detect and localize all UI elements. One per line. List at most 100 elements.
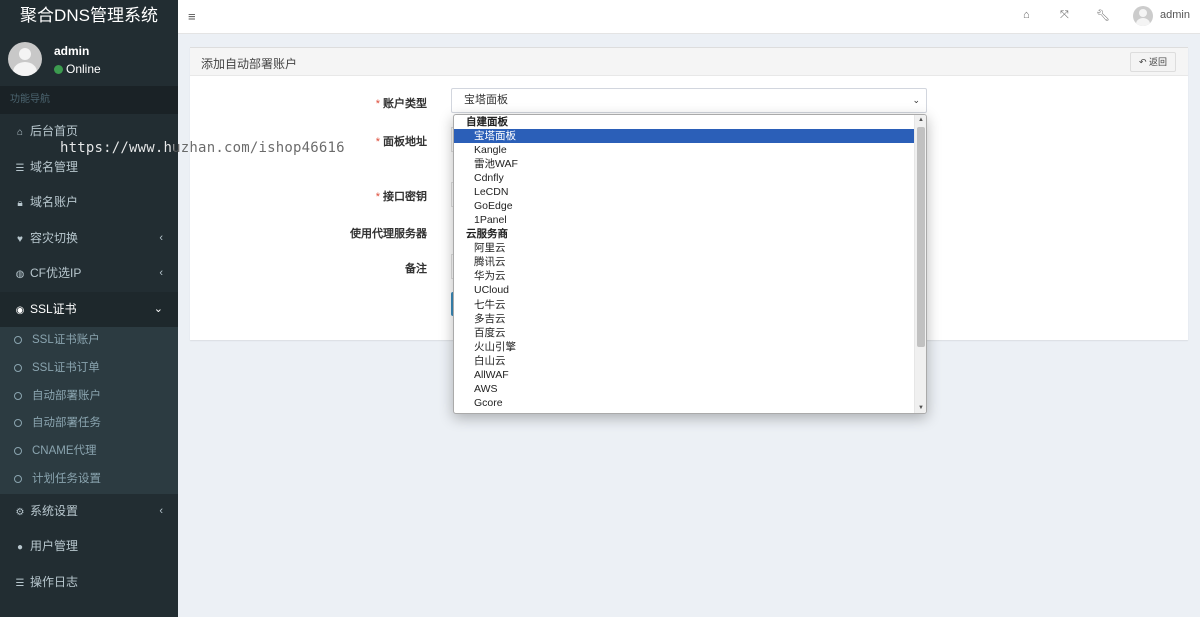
sidebar-item-label: 域名账户 (30, 195, 79, 209)
sidebar: 聚合DNS管理系统 admin Online 功能导航 ⌂ 后台首页 ☰ 域名管理 … (0, 0, 178, 617)
account-type-dropdown[interactable]: 自建面板 宝塔面板 Kangle 雷池WAF Cdnfly LeCDN GoEd… (453, 114, 927, 414)
globe-icon: ◍ (15, 269, 25, 280)
scrollbar-thumb[interactable] (917, 127, 925, 347)
dropdown-option[interactable]: AllWAF (454, 368, 915, 382)
sidebar-item-failover[interactable]: ♥ 容灾切换 ‹ (0, 221, 178, 257)
submenu-label: 自动部署任务 (32, 417, 101, 430)
watermark: https://www.huzhan.com/ishop46616 (60, 140, 350, 156)
dropdown-option[interactable]: 雷池WAF (454, 157, 915, 171)
dropdown-scrollbar[interactable]: ▲ ▼ (914, 115, 926, 413)
dropdown-option[interactable]: 火山引擎 (454, 340, 915, 354)
sidebar-item-label: SSL证书 (30, 301, 77, 316)
online-dot-icon (54, 65, 63, 74)
certificate-icon: ◉ (15, 304, 25, 316)
dropdown-option[interactable]: 腾讯云 (454, 255, 915, 269)
dropdown-option[interactable]: Cdnfly (454, 171, 915, 185)
submenu-label: CNAME代理 (32, 445, 97, 458)
circle-icon (14, 419, 22, 428)
select-value: 宝塔面板 (464, 94, 508, 106)
sidebar-item-system-settings[interactable]: ⚙ 系统设置 ‹ (0, 494, 178, 530)
option-group-cloud-providers: 云服务商 (466, 228, 508, 241)
submenu-item-deploy-accounts[interactable]: 自动部署账户 (0, 383, 178, 411)
user-icon: ● (16, 542, 24, 554)
dropdown-option[interactable]: Kangle (454, 143, 915, 157)
sidebar-item-domain-accounts[interactable]: 🔒︎ 域名账户 (0, 185, 178, 221)
heartbeat-icon: ♥ (17, 233, 23, 245)
account-type-label: * 账户类型 (375, 98, 427, 110)
sidebar-item-ssl[interactable]: ◉ SSL证书 ⌄ (0, 291, 178, 327)
chevron-left-icon: ‹ (159, 504, 163, 517)
back-label: 返回 (1149, 57, 1168, 67)
submenu-label: 自动部署账户 (32, 389, 101, 402)
chevron-left-icon: ‹ (159, 231, 163, 244)
submenu-label: SSL证书账户 (32, 334, 100, 346)
fullscreen-icon[interactable]: ⤧ (1060, 9, 1069, 22)
remark-label: 备注 (405, 263, 427, 275)
user-name: admin (54, 44, 90, 58)
dropdown-option[interactable]: 阿里云 (454, 241, 915, 255)
dropdown-option[interactable]: 白山云 (454, 354, 915, 368)
user-status: Online (54, 62, 101, 76)
dropdown-option[interactable]: 1Panel (454, 213, 915, 227)
label-text: 账户类型 (383, 98, 427, 110)
label-text: 接口密钥 (383, 191, 427, 203)
circle-icon (14, 336, 22, 344)
sidebar-item-label: 域名管理 (30, 159, 79, 174)
sidebar-item-users[interactable]: ● 用户管理 (0, 529, 178, 565)
chevron-down-icon: ⌄ (153, 302, 163, 315)
top-navbar: ≡ ⌂ ⤧ 🔧︎ admin (178, 0, 1200, 34)
dropdown-option[interactable]: LeCDN (454, 185, 915, 199)
watermark-text: https://www.huzhan.com/ishop46616 (60, 140, 345, 156)
home-icon[interactable]: ⌂ (1023, 9, 1030, 21)
scroll-down-icon[interactable]: ▼ (915, 405, 926, 411)
sidebar-item-label: 用户管理 (30, 539, 79, 554)
account-type-select[interactable]: 宝塔面板 ⌄ (451, 88, 927, 113)
list-icon: ☰ (15, 162, 25, 174)
dropdown-option[interactable]: 百度云 (454, 326, 915, 340)
circle-icon (14, 363, 22, 372)
reply-icon: ↶ (1138, 57, 1147, 67)
sidebar-item-label: 系统设置 (30, 503, 79, 518)
user-status-text: Online (66, 62, 101, 76)
dropdown-option[interactable]: UCloud (454, 283, 915, 297)
dropdown-option[interactable]: AWS (454, 382, 915, 396)
label-text: 面板地址 (383, 136, 427, 148)
gears-icon: ⚙ (15, 506, 25, 518)
submenu-item-ssl-accounts[interactable]: SSL证书账户 (0, 327, 178, 355)
sidebar-item-logs[interactable]: ☰ 操作日志 (0, 565, 178, 601)
app-logo[interactable]: 聚合DNS管理系统 (0, 0, 178, 34)
wrench-icon[interactable]: 🔧︎ (1096, 9, 1110, 22)
api-key-label: * 接口密钥 (375, 191, 427, 203)
panel-header: 添加自动部署账户 ↶ 返回 (190, 48, 1188, 76)
circle-icon (14, 474, 22, 483)
circle-icon (14, 447, 22, 456)
list-icon: ☰ (15, 577, 25, 589)
submenu-item-deploy-tasks[interactable]: 自动部署任务 (0, 410, 178, 438)
avatar (8, 42, 42, 76)
avatar[interactable] (1133, 6, 1153, 26)
scroll-up-icon[interactable]: ▲ (915, 117, 926, 123)
dropdown-option[interactable]: 多吉云 (454, 312, 915, 326)
dropdown-option[interactable]: 华为云 (454, 269, 915, 283)
dropdown-option[interactable]: 七牛云 (454, 298, 915, 312)
user-panel: admin Online (0, 34, 178, 86)
topbar-user-name[interactable]: admin (1160, 9, 1190, 21)
panel-title: 添加自动部署账户 (201, 57, 298, 71)
ssl-submenu: SSL证书账户 SSL证书订单 自动部署账户 自动部署任务 CNAME代理 计划… (0, 327, 178, 494)
submenu-item-cname-proxy[interactable]: CNAME代理 (0, 438, 178, 466)
lock-icon: 🔒︎ (17, 198, 23, 209)
back-button[interactable]: ↶ 返回 (1130, 52, 1176, 72)
sidebar-item-cf-ip[interactable]: ◍ CF优选IP ‹ (0, 256, 178, 292)
chevron-down-icon: ⌄ (912, 95, 920, 105)
dropdown-option[interactable]: GoEdge (454, 199, 915, 213)
dropdown-option[interactable]: 宝塔面板 (454, 129, 915, 144)
submenu-label: 计划任务设置 (32, 472, 101, 485)
option-group-self-hosted: 自建面板 (466, 116, 508, 128)
dropdown-option[interactable]: Gcore (454, 396, 915, 410)
sidebar-item-label: CF优选IP (30, 266, 82, 280)
chevron-left-icon: ‹ (159, 267, 163, 279)
submenu-item-cron-settings[interactable]: 计划任务设置 (0, 466, 178, 494)
submenu-item-ssl-orders[interactable]: SSL证书订单 (0, 355, 178, 383)
sidebar-toggle-icon[interactable]: ≡ (188, 9, 196, 24)
circle-icon (14, 391, 22, 400)
